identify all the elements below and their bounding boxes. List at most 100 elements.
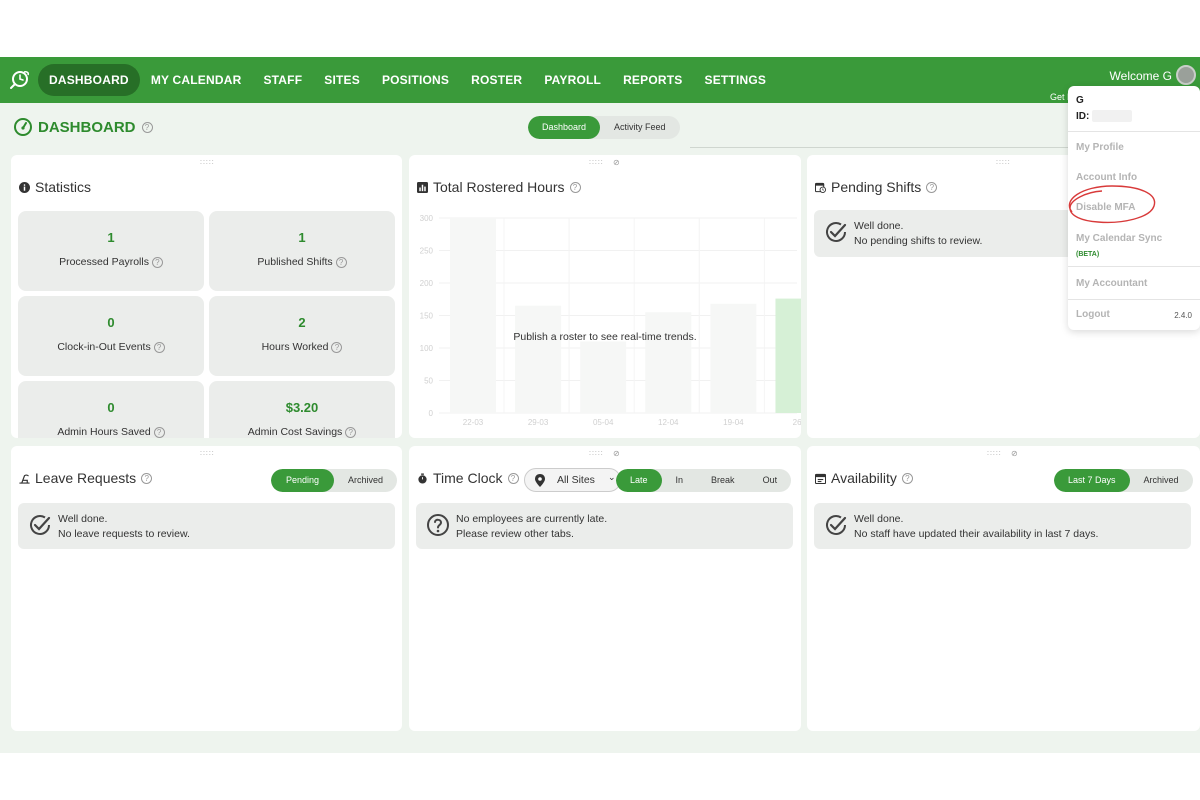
menu-divider	[1068, 266, 1200, 267]
nav-dashboard[interactable]: DASHBOARD	[38, 64, 140, 96]
help-icon[interactable]: ?	[153, 342, 165, 353]
tab-out[interactable]: Out	[749, 469, 792, 492]
drag-handle-icon[interactable]: :::::	[589, 159, 604, 166]
help-icon[interactable]: ?	[335, 257, 347, 268]
nav-payroll[interactable]: PAYROLL	[533, 64, 612, 96]
tab-break[interactable]: Break	[697, 469, 749, 492]
help-icon[interactable]: ?	[331, 342, 343, 353]
availability-message: Well done. No staff have updated their a…	[814, 503, 1191, 549]
beta-badge: (BETA)	[1076, 251, 1100, 258]
chevron-down-icon: ⌄	[608, 472, 616, 482]
app-logo-icon[interactable]	[8, 69, 30, 91]
tab-archived[interactable]: Archived	[1130, 469, 1193, 492]
menu-my-profile[interactable]: My Profile	[1076, 142, 1124, 153]
menu-user-id-redacted	[1092, 110, 1132, 122]
drag-handle-icon[interactable]: :::::	[987, 450, 1002, 457]
help-icon[interactable]: ?	[141, 472, 153, 484]
tab-archived[interactable]: Archived	[334, 469, 397, 492]
help-icon[interactable]: ?	[153, 427, 165, 438]
leave-title-text: Leave Requests	[35, 470, 137, 486]
y-tick-label: 200	[420, 279, 434, 288]
chart-bar	[580, 341, 627, 413]
bar-chart-icon	[417, 181, 428, 193]
availability-title-text: Availability	[831, 470, 897, 486]
tab-late[interactable]: Late	[616, 469, 662, 492]
leave-title: Leave Requests ?	[19, 470, 153, 486]
pending-title-text: Pending Shifts	[831, 179, 922, 195]
help-icon[interactable]: ?	[901, 472, 913, 484]
message-line-2: Please review other tabs.	[456, 528, 574, 540]
time-clock-card: ::::: ⊘ Time Clock ? All Sites ⌄ Late In…	[409, 446, 801, 731]
nav-staff[interactable]: STAFF	[252, 64, 313, 96]
leave-toggle: Pending Archived	[271, 469, 398, 492]
drag-handle-icon[interactable]: :::::	[996, 159, 1011, 166]
menu-my-accountant[interactable]: My Accountant	[1076, 278, 1147, 289]
help-icon[interactable]: ?	[141, 121, 153, 133]
tab-pending[interactable]: Pending	[271, 469, 335, 492]
drag-handle-icon[interactable]: :::::	[200, 159, 215, 166]
stat-tile: $3.20 Admin Cost Savings ?	[209, 381, 395, 438]
stat-label: Admin Cost Savings ?	[209, 426, 395, 438]
chart-empty-message: Publish a roster to see real-time trends…	[513, 331, 697, 343]
welcome-text[interactable]: Welcome G	[1110, 69, 1172, 83]
chart-bar	[645, 312, 692, 413]
help-icon[interactable]: ?	[569, 181, 581, 193]
nav-my-calendar[interactable]: MY CALENDAR	[140, 64, 253, 96]
message-line-1: No employees are currently late.	[456, 513, 608, 525]
y-tick-label: 250	[420, 247, 434, 256]
chart-bar	[450, 218, 496, 413]
tab-dashboard[interactable]: Dashboard	[528, 116, 601, 139]
help-icon[interactable]: ?	[926, 181, 938, 193]
drag-handle-icon[interactable]: :::::	[200, 450, 215, 457]
message-line-2: No staff have updated their availability…	[854, 528, 1099, 540]
help-icon[interactable]: ?	[507, 472, 519, 484]
nav-reports[interactable]: REPORTS	[612, 64, 693, 96]
stopwatch-icon	[418, 472, 427, 484]
stat-label: Hours Worked ?	[209, 341, 395, 353]
x-tick-label: 12-04	[658, 418, 679, 427]
chart-bar	[515, 305, 562, 413]
rostered-title: Total Rostered Hours ?	[417, 179, 581, 195]
y-tick-label: 300	[420, 214, 434, 223]
help-icon[interactable]: ?	[345, 427, 357, 438]
info-icon	[19, 181, 30, 193]
page-title-text: DASHBOARD	[38, 118, 136, 136]
x-tick-label: 29-03	[528, 418, 549, 427]
app-version: 2.4.0	[1174, 311, 1192, 320]
user-avatar[interactable]	[1176, 65, 1196, 85]
timeclock-title: Time Clock ?	[417, 470, 519, 486]
hide-eye-icon[interactable]: ⊘	[613, 449, 620, 458]
message-line-1: Well done.	[854, 220, 904, 232]
menu-logout[interactable]: Logout	[1076, 309, 1110, 320]
drag-handle-icon[interactable]: :::::	[589, 450, 604, 457]
stat-value: $3.20	[285, 400, 319, 415]
help-icon[interactable]: ?	[151, 257, 163, 268]
stat-value: 1	[298, 230, 306, 245]
tab-in[interactable]: In	[662, 469, 698, 492]
y-tick-label: 100	[420, 344, 434, 353]
timeclock-message: No employees are currently late. Please …	[416, 503, 793, 549]
app-window: DASHBOARD MY CALENDAR STAFF SITES POSITI…	[0, 57, 1200, 753]
check-circle-icon	[826, 222, 847, 242]
stat-tile: 1 Processed Payrolls ?	[18, 211, 204, 291]
nav-settings[interactable]: SETTINGS	[693, 64, 777, 96]
check-circle-icon	[30, 515, 51, 535]
nav-roster[interactable]: ROSTER	[460, 64, 533, 96]
y-tick-label: 150	[420, 312, 434, 321]
tab-last-7-days[interactable]: Last 7 Days	[1054, 469, 1130, 492]
nav-sites[interactable]: SITES	[313, 64, 371, 96]
menu-calendar-sync[interactable]: My Calendar Sync	[1076, 233, 1162, 244]
hide-eye-icon[interactable]: ⊘	[1011, 449, 1018, 458]
x-tick-label: 19-04	[723, 418, 744, 427]
tab-activity-feed[interactable]: Activity Feed	[600, 116, 680, 139]
message-line-2: No pending shifts to review.	[854, 235, 983, 247]
site-select[interactable]: All Sites ⌄	[524, 468, 621, 492]
message-line-2: No leave requests to review.	[58, 528, 190, 540]
stat-tile: 0 Clock-in-Out Events ?	[18, 296, 204, 376]
hide-eye-icon[interactable]: ⊘	[613, 158, 620, 167]
header-divider	[690, 147, 1090, 148]
location-pin-icon	[535, 474, 545, 487]
nav-positions[interactable]: POSITIONS	[371, 64, 460, 96]
availability-toggle: Last 7 Days Archived	[1054, 469, 1193, 492]
annotation-circle	[1068, 185, 1156, 224]
